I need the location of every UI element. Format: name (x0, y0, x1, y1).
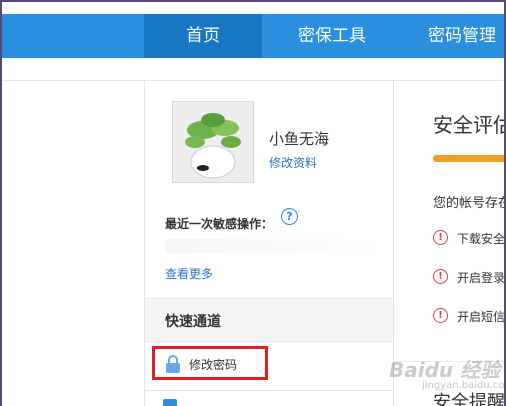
nav-item-password-management[interactable]: 密码管理 (402, 14, 504, 58)
warning-icon: ! (433, 269, 448, 284)
warning-text: 下载安全 (457, 232, 504, 246)
quick-channel-title: 快速通道 (165, 314, 221, 330)
row-divider (145, 390, 393, 391)
baidu-watermark: Baidu 经验 (389, 358, 501, 382)
change-password-item[interactable]: 修改密码 (152, 346, 268, 380)
warning-icon: ! (433, 308, 448, 323)
warning-icon: ! (433, 230, 448, 245)
top-nav: 首页 密保工具 密码管理 (2, 14, 504, 58)
warning-text: 开启短信 (457, 310, 504, 324)
nav-item-security-tools[interactable]: 密保工具 (272, 14, 392, 58)
recent-sensitive-label: 最近一次敏感操作： (165, 217, 274, 231)
blurred-operation-detail (165, 239, 385, 253)
avatar-plant-image (173, 102, 253, 182)
page: 首页 密保工具 密码管理 小鱼无海 修改资料 最近一次敏感操作： ? 查看更多 … (2, 2, 504, 406)
avatar[interactable] (172, 101, 254, 183)
lock-icon (166, 355, 180, 373)
security-assessment-title: 安全评估 (433, 113, 504, 137)
change-password-label: 修改密码 (189, 358, 238, 372)
help-icon[interactable]: ? (281, 208, 298, 225)
username: 小鱼无海 (269, 130, 330, 148)
view-more-link[interactable]: 查看更多 (165, 265, 213, 282)
baidu-watermark-url: jingyan.baidu.com (422, 380, 504, 391)
quick-channel-header: 快速通道 (145, 298, 393, 342)
next-item-icon (163, 399, 177, 406)
account-risk-text: 您的帐号存在风险 (433, 196, 504, 211)
edit-profile-link[interactable]: 修改资料 (269, 154, 317, 171)
nav-item-home[interactable]: 首页 (144, 14, 262, 58)
security-score-bar (433, 155, 504, 162)
left-sidebar: 小鱼无海 修改资料 最近一次敏感操作： ? 查看更多 快速通道 修改密码 (144, 81, 394, 406)
warning-text: 开启登录 (457, 271, 504, 285)
